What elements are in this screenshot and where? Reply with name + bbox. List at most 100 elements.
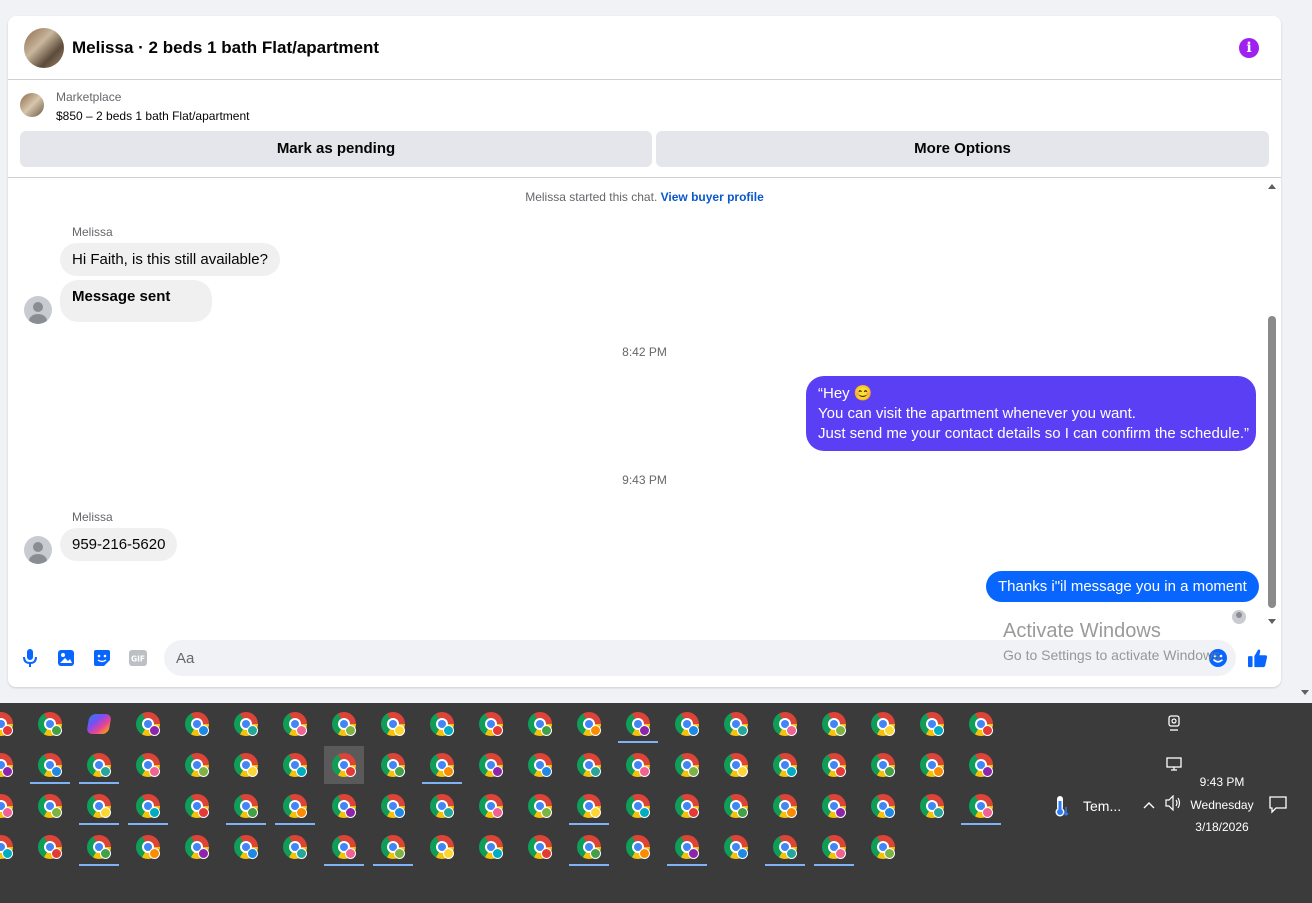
- chrome-profile-icon[interactable]: [177, 787, 217, 825]
- chrome-profile-icon[interactable]: [863, 746, 903, 784]
- microphone-icon[interactable]: [20, 648, 40, 668]
- chrome-profile-icon[interactable]: [667, 787, 707, 825]
- info-icon[interactable]: i: [1239, 38, 1259, 58]
- chrome-profile-icon[interactable]: [716, 828, 756, 866]
- chrome-profile-icon[interactable]: [422, 746, 462, 784]
- chrome-profile-icon[interactable]: [79, 787, 119, 825]
- incoming-message[interactable]: 959-216-5620: [60, 528, 178, 561]
- chrome-profile-icon[interactable]: [79, 746, 119, 784]
- chrome-profile-icon[interactable]: [716, 787, 756, 825]
- chrome-profile-icon[interactable]: [275, 746, 315, 784]
- chrome-profile-icon[interactable]: [373, 746, 413, 784]
- sender-avatar[interactable]: [24, 296, 52, 324]
- chrome-profile-icon[interactable]: [324, 787, 364, 825]
- like-thumbs-up-icon[interactable]: [1248, 648, 1268, 668]
- chrome-profile-icon[interactable]: [128, 746, 168, 784]
- message-input-container[interactable]: [164, 640, 1236, 676]
- thermometer-icon[interactable]: [1052, 795, 1070, 821]
- view-buyer-profile-link[interactable]: View buyer profile: [661, 190, 764, 204]
- chrome-profile-icon[interactable]: [471, 705, 511, 743]
- mark-as-pending-button[interactable]: Mark as pending: [20, 131, 652, 167]
- chrome-profile-icon[interactable]: [814, 746, 854, 784]
- chrome-profile-icon[interactable]: [324, 705, 364, 743]
- chrome-profile-icon[interactable]: [422, 828, 462, 866]
- chrome-profile-icon[interactable]: [520, 705, 560, 743]
- chrome-profile-icon[interactable]: [30, 705, 70, 743]
- chrome-profile-icon[interactable]: [128, 787, 168, 825]
- chrome-profile-icon[interactable]: [765, 787, 805, 825]
- network-icon[interactable]: [1166, 756, 1182, 776]
- clock-date[interactable]: 3/18/2026: [1190, 820, 1254, 834]
- chrome-profile-icon[interactable]: [814, 828, 854, 866]
- chrome-profile-icon[interactable]: [373, 787, 413, 825]
- chrome-profile-icon[interactable]: [471, 787, 511, 825]
- chrome-profile-icon[interactable]: [667, 828, 707, 866]
- chat-scrollbar[interactable]: [1266, 180, 1278, 626]
- chrome-profile-icon[interactable]: [275, 705, 315, 743]
- chrome-profile-icon[interactable]: [324, 828, 364, 866]
- chrome-profile-icon[interactable]: [471, 828, 511, 866]
- chrome-profile-icon[interactable]: [128, 705, 168, 743]
- gif-icon[interactable]: GIF: [128, 648, 148, 668]
- chrome-profile-icon[interactable]: [569, 705, 609, 743]
- outgoing-message[interactable]: “Hey 😊 You can visit the apartment whene…: [806, 376, 1256, 451]
- chrome-profile-icon[interactable]: [618, 828, 658, 866]
- chrome-profile-icon[interactable]: [0, 828, 21, 866]
- scroll-down-arrow[interactable]: [1268, 619, 1276, 624]
- chrome-profile-icon[interactable]: [226, 705, 266, 743]
- clock-day[interactable]: Wednesday: [1190, 798, 1254, 812]
- chrome-profile-icon[interactable]: [30, 828, 70, 866]
- chrome-profile-icon[interactable]: [422, 787, 462, 825]
- listing-summary[interactable]: Marketplace $850 – 2 beds 1 bath Flat/ap…: [20, 90, 249, 123]
- chrome-profile-icon[interactable]: [79, 828, 119, 866]
- scroll-up-arrow[interactable]: [1268, 184, 1276, 189]
- photo-icon[interactable]: [56, 648, 76, 668]
- chrome-profile-icon[interactable]: [471, 746, 511, 784]
- chrome-profile-icon[interactable]: [177, 705, 217, 743]
- chrome-profile-icon[interactable]: [0, 705, 21, 743]
- chrome-profile-icon[interactable]: [667, 705, 707, 743]
- chrome-profile-icon[interactable]: [765, 746, 805, 784]
- chrome-profile-icon[interactable]: [0, 746, 21, 784]
- chrome-profile-icon[interactable]: [912, 787, 952, 825]
- page-scroll-down-arrow[interactable]: [1301, 690, 1309, 695]
- incoming-message[interactable]: Hi Faith, is this still available?: [60, 243, 280, 276]
- chrome-profile-icon[interactable]: [569, 746, 609, 784]
- meet-now-icon[interactable]: [1166, 715, 1182, 735]
- chrome-profile-icon[interactable]: [814, 787, 854, 825]
- chrome-profile-icon[interactable]: [275, 787, 315, 825]
- message-input[interactable]: [164, 640, 1236, 676]
- incoming-message[interactable]: Message sent: [60, 280, 213, 322]
- chrome-profile-icon[interactable]: [324, 746, 364, 784]
- chrome-profile-icon[interactable]: [128, 828, 168, 866]
- clock-time[interactable]: 9:43 PM: [1190, 775, 1254, 789]
- chrome-profile-icon[interactable]: [0, 787, 21, 825]
- chrome-profile-icon[interactable]: [177, 828, 217, 866]
- chrome-profile-icon[interactable]: [863, 705, 903, 743]
- chrome-profile-icon[interactable]: [275, 828, 315, 866]
- chrome-profile-icon[interactable]: [863, 828, 903, 866]
- chrome-profile-icon[interactable]: [177, 746, 217, 784]
- chrome-profile-icon[interactable]: [863, 787, 903, 825]
- chrome-profile-icon[interactable]: [667, 746, 707, 784]
- chrome-profile-icon[interactable]: [373, 705, 413, 743]
- chrome-profile-icon[interactable]: [716, 705, 756, 743]
- chrome-profile-icon[interactable]: [961, 746, 1001, 784]
- chrome-profile-icon[interactable]: [765, 705, 805, 743]
- chrome-profile-icon[interactable]: [618, 705, 658, 743]
- chrome-profile-icon[interactable]: [569, 787, 609, 825]
- chrome-profile-icon[interactable]: [30, 746, 70, 784]
- chrome-profile-icon[interactable]: [912, 705, 952, 743]
- chrome-profile-icon[interactable]: [226, 746, 266, 784]
- chrome-profile-icon[interactable]: [422, 705, 462, 743]
- chrome-profile-icon[interactable]: [569, 828, 609, 866]
- sender-avatar[interactable]: [24, 536, 52, 564]
- chat-title[interactable]: Melissa · 2 beds 1 bath Flat/apartment: [72, 38, 379, 58]
- outgoing-message[interactable]: Thanks i"il message you in a moment: [986, 571, 1259, 602]
- chrome-profile-icon[interactable]: [618, 746, 658, 784]
- chrome-profile-icon[interactable]: [814, 705, 854, 743]
- chrome-profile-icon[interactable]: [226, 828, 266, 866]
- volume-icon[interactable]: [1164, 794, 1182, 815]
- chrome-profile-icon[interactable]: [765, 828, 805, 866]
- chrome-profile-icon[interactable]: [961, 705, 1001, 743]
